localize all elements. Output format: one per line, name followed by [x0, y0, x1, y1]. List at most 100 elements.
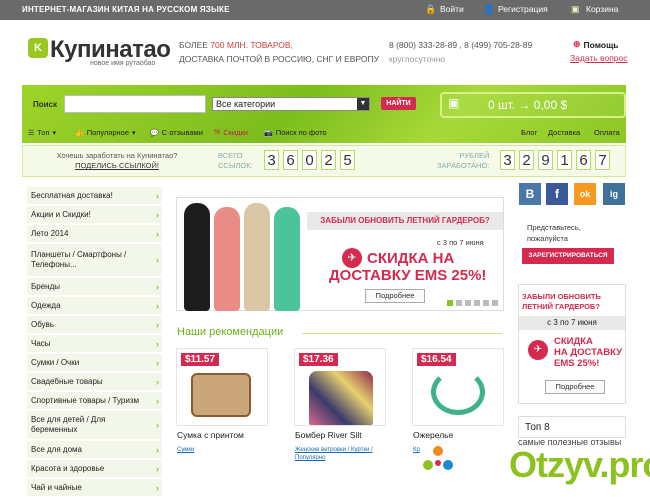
nav-reviews[interactable]: 💬 С отзывами — [150, 128, 203, 137]
side-banner-more-button[interactable]: Подробнее — [545, 380, 605, 394]
sidebar-item[interactable]: Бесплатная доставка! › — [27, 187, 162, 205]
search-input[interactable] — [64, 95, 206, 113]
sidebar-item[interactable]: Все для дома › — [27, 441, 162, 459]
chevron-right-icon: › — [156, 228, 159, 239]
product-name[interactable]: Сумка с принтом — [177, 430, 244, 440]
watermark: Otzyv.pro — [509, 444, 650, 485]
banner-more-button[interactable]: Подробнее — [365, 289, 425, 303]
register-link[interactable]: 👤 Регистрация — [483, 4, 548, 14]
side-discount-3: EMS 25%! — [554, 358, 600, 369]
slider-dot[interactable] — [447, 300, 453, 306]
nav-popular-label: Популярное — [86, 128, 130, 137]
product-category[interactable]: Женские ветровки / Куртки / Популярно — [295, 446, 395, 462]
sidebar-item[interactable]: Часы › — [27, 335, 162, 353]
share-link[interactable]: ПОДЕЛИСЬ ССЫЛКОЙ! — [52, 161, 182, 170]
nav-top-label: Топ — [37, 128, 50, 137]
sidebar-item-label: Акции и Скидки! — [31, 209, 91, 219]
product-name[interactable]: Ожерелье — [413, 430, 453, 440]
earn-question: Хочешь заработать на Купинатао? — [56, 151, 178, 160]
sidebar-item[interactable]: Чай и чайные › — [27, 479, 162, 497]
phones: 8 (800) 333-28-89 , 8 (499) 705-28-89 — [389, 40, 533, 50]
chevron-right-icon: › — [156, 209, 159, 220]
rubles-digits: 329167 — [500, 150, 610, 170]
sidebar-item-label: Свадебные товары — [31, 376, 103, 386]
product-image[interactable]: $16.54 — [412, 348, 504, 426]
nav-blog[interactable]: Блог — [521, 128, 537, 137]
banner-dates: с 3 по 7 июня — [437, 238, 484, 247]
sidebar-item[interactable]: Красота и здоровье › — [27, 460, 162, 478]
sidebar-item[interactable]: Акции и Скидки! › — [27, 206, 162, 224]
help-icon: ⊕ — [573, 39, 581, 49]
category-select[interactable]: Все категории ▼ — [212, 97, 370, 111]
product-name[interactable]: Бомбер River Silt — [295, 430, 362, 440]
plane-icon: ✈ — [528, 340, 548, 360]
product-image[interactable]: $11.57 — [176, 348, 268, 426]
sidebar-item[interactable]: Лето 2014 › — [27, 225, 162, 243]
counter-digit: 6 — [283, 150, 298, 170]
nav-photo-search[interactable]: 📷 Поиск по фото — [264, 128, 327, 137]
counter-digit: 3 — [500, 150, 515, 170]
nav-popular[interactable]: 👍 Популярное ▾ — [75, 128, 136, 137]
odnoklassniki-icon[interactable]: ok — [574, 183, 596, 205]
slider-dot[interactable] — [456, 300, 462, 306]
chevron-down-icon: ▾ — [132, 129, 136, 137]
sidebar-item[interactable]: Все для детей / Для беременных › — [27, 411, 162, 440]
chevron-right-icon: › — [156, 357, 159, 368]
slider-dot[interactable] — [492, 300, 498, 306]
sidebar-item[interactable]: Бренды › — [27, 278, 162, 296]
counter-digit: 9 — [538, 150, 553, 170]
sidebar-item[interactable]: Одежда › — [27, 297, 162, 315]
thumbs-up-icon: 👍 — [75, 129, 84, 137]
nav-delivery[interactable]: Доставка — [548, 128, 580, 137]
percent-icon: % — [214, 129, 221, 136]
help-link[interactable]: ⊕ Помощь — [573, 39, 619, 50]
counter-digit: 2 — [321, 150, 336, 170]
intro-line-1: Представьтесь, — [527, 223, 581, 232]
login-link[interactable]: 🔒 Войти — [425, 4, 464, 14]
nav-reviews-label: С отзывами — [161, 128, 203, 137]
hours: круглосуточно — [389, 54, 445, 64]
sidebar-item[interactable]: Сумки / Очки › — [27, 354, 162, 372]
nav-discounts[interactable]: % Скидки — [214, 128, 248, 137]
sidebar-item-label: Лето 2014 — [31, 228, 69, 238]
product-image[interactable]: $17.36 — [294, 348, 386, 426]
search-button[interactable]: НАЙТИ — [381, 97, 416, 110]
product-category[interactable]: Сумки — [177, 446, 194, 454]
sidebar-item[interactable]: Обувь › — [27, 316, 162, 334]
chevron-right-icon: › — [156, 281, 159, 292]
delivery-info: ДОСТАВКА ПОЧТОЙ В РОССИЮ, СНГ И ЕВРОПУ — [179, 54, 380, 64]
counter-digit: 5 — [340, 150, 355, 170]
sidebar-item-label: Бесплатная доставка! — [31, 190, 113, 200]
logo-icon[interactable]: K — [28, 38, 48, 58]
box-icon: ▣ — [448, 96, 460, 110]
category-value: Все категории — [216, 99, 276, 109]
side-banner-heading: ЗАБЫЛИ ОБНОВИТЬ ЛЕТНИЙ ГАРДЕРОБ? — [522, 292, 622, 312]
slider-dot[interactable] — [483, 300, 489, 306]
user-icon: 👤 — [483, 4, 495, 14]
tagline: ИНТЕРНЕТ-МАГАЗИН КИТАЯ НА РУССКОМ ЯЗЫКЕ — [22, 5, 230, 14]
facebook-icon[interactable]: f — [546, 183, 568, 205]
counter-digit: 2 — [519, 150, 534, 170]
side-banner-dates: с 3 по 7 июня — [519, 316, 625, 330]
sidebar-item[interactable]: Планшеты / Смартфоны / Телефоны... › — [27, 244, 162, 277]
contact-info: 8 (800) 333-28-89 , 8 (499) 705-28-89 кр… — [389, 38, 532, 66]
side-discount-1: СКИДКА — [554, 336, 593, 347]
register-button[interactable]: ЗАРЕГИСТРИРОВАТЬСЯ — [522, 248, 614, 264]
lock-icon: 🔒 — [425, 4, 437, 14]
sidebar-item[interactable]: Свадебные товары › — [27, 373, 162, 391]
slider-dot[interactable] — [474, 300, 480, 306]
product-category[interactable]: Кр — [413, 446, 420, 454]
instagram-icon[interactable]: ig — [603, 183, 625, 205]
vk-icon[interactable]: В — [519, 183, 541, 205]
cart-link[interactable]: ▣ Корзина — [571, 4, 618, 14]
nav-payment[interactable]: Оплата — [594, 128, 620, 137]
nav-photo-search-label: Поиск по фото — [275, 128, 327, 137]
ask-question-link[interactable]: Задать вопрос — [570, 53, 628, 63]
sidebar-item[interactable]: Спортивные товары / Туризм › — [27, 392, 162, 410]
counter-digit: 0 — [302, 150, 317, 170]
box-icon: ▣ — [571, 4, 580, 14]
top8-heading: Топ 8 — [518, 416, 626, 438]
nav-top[interactable]: ☰ Топ ▾ — [28, 128, 56, 137]
slider-dot[interactable] — [465, 300, 471, 306]
chevron-right-icon: › — [156, 255, 159, 265]
